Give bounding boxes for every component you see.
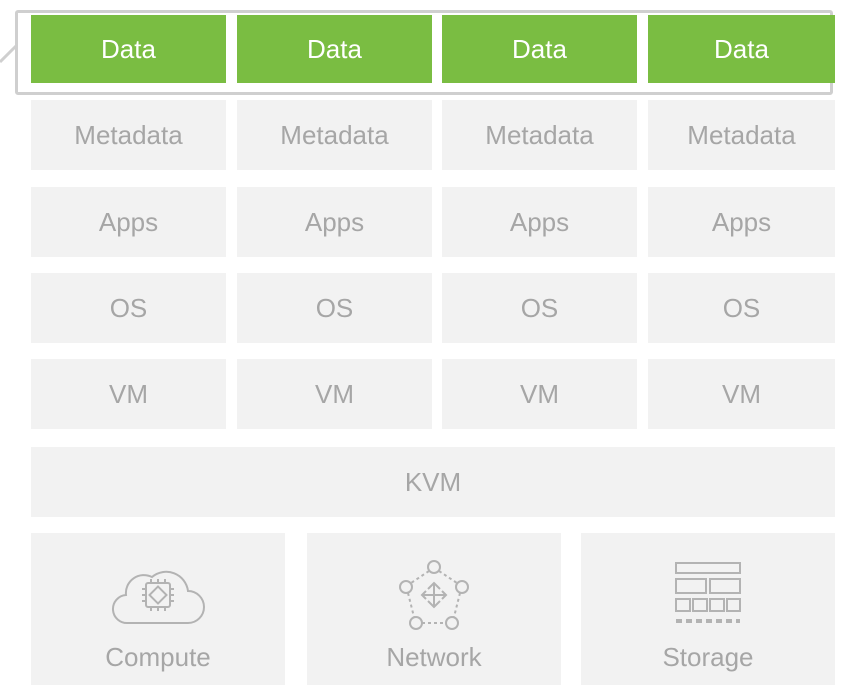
data-layer-4: Data — [648, 15, 835, 83]
apps-layer-4: Apps — [648, 187, 835, 257]
storage-label: Storage — [662, 642, 754, 672]
metadata-layer-1: Metadata — [31, 100, 226, 170]
vm-layer-2: VM — [237, 359, 432, 429]
compute-resource: Compute — [31, 533, 285, 685]
network-resource: Network — [307, 533, 561, 685]
kvm-layer: KVM — [31, 447, 835, 517]
os-layer-3: OS — [442, 273, 637, 343]
data-layer-1: Data — [31, 15, 226, 83]
apps-layer-1: Apps — [31, 187, 226, 257]
apps-layer-2: Apps — [237, 187, 432, 257]
data-layer-3: Data — [442, 15, 637, 83]
os-layer-2: OS — [237, 273, 432, 343]
storage-grid-icon — [672, 559, 744, 638]
data-layer-2: Data — [237, 15, 432, 83]
vm-layer-4: VM — [648, 359, 835, 429]
vm-layer-1: VM — [31, 359, 226, 429]
metadata-layer-4: Metadata — [648, 100, 835, 170]
vm-layer-3: VM — [442, 359, 637, 429]
network-nodes-icon — [394, 559, 474, 638]
compute-label: Compute — [105, 642, 211, 672]
apps-layer-3: Apps — [442, 187, 637, 257]
metadata-layer-3: Metadata — [442, 100, 637, 170]
metadata-layer-2: Metadata — [237, 100, 432, 170]
os-layer-4: OS — [648, 273, 835, 343]
storage-resource: Storage — [581, 533, 835, 685]
network-label: Network — [386, 642, 482, 672]
cloud-chip-icon — [108, 559, 208, 636]
os-layer-1: OS — [31, 273, 226, 343]
